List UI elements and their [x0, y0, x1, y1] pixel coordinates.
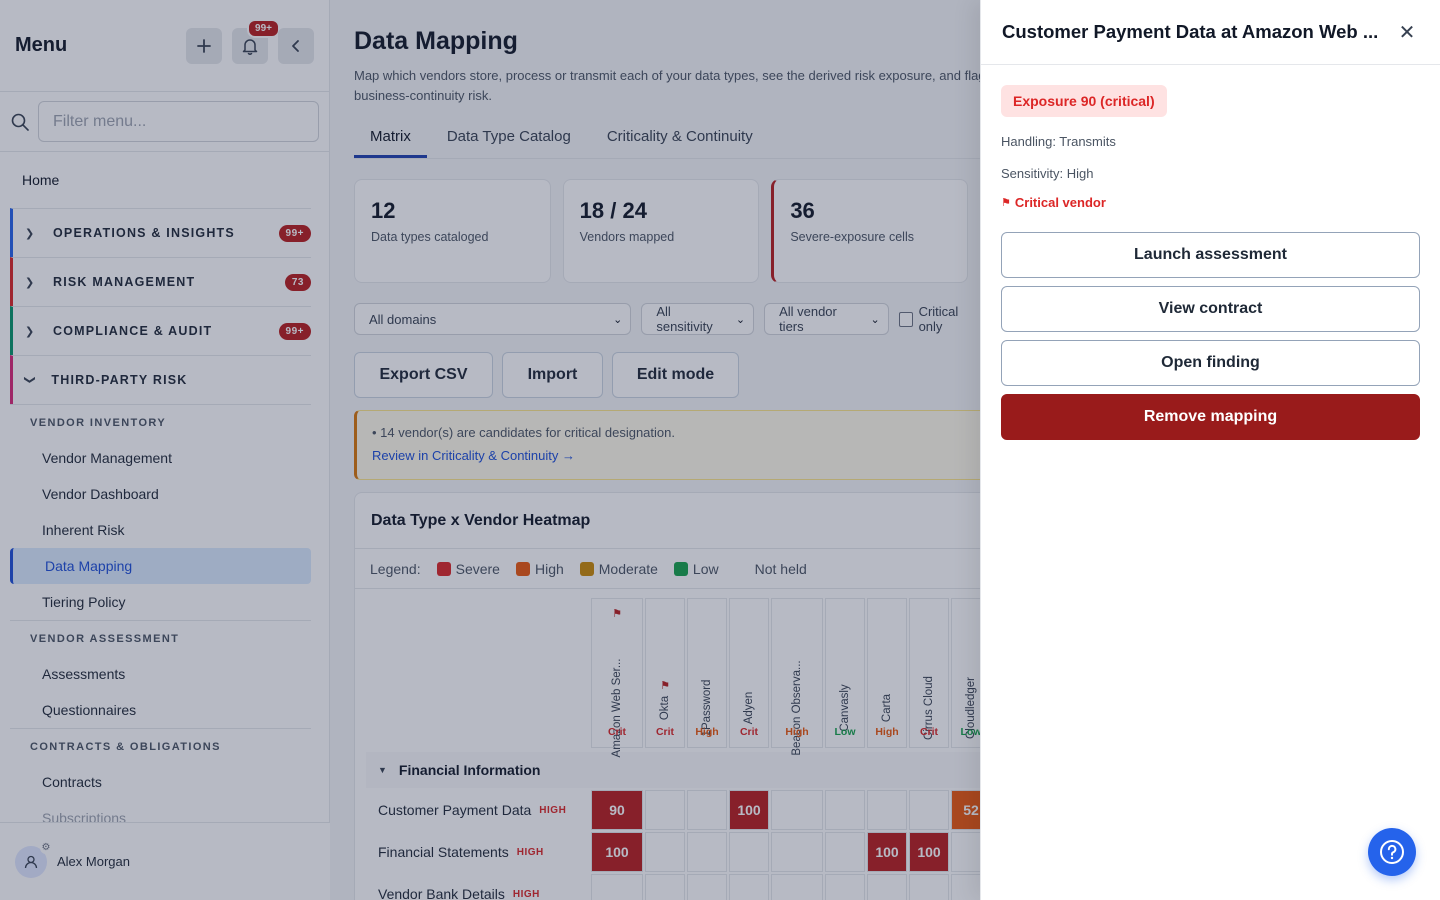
view-contract-button[interactable]: View contract	[1001, 286, 1420, 332]
open-finding-button[interactable]: Open finding	[1001, 340, 1420, 386]
handling-text: Handling: Transmits	[1001, 134, 1116, 149]
modal-backdrop[interactable]	[0, 0, 980, 900]
close-icon[interactable]: ✕	[1394, 19, 1420, 45]
critical-vendor-text: Critical vendor	[1014, 195, 1106, 210]
drawer-body: Exposure 90 (critical) Handling: Transmi…	[981, 65, 1440, 460]
help-button[interactable]	[1368, 828, 1416, 876]
drawer-header: Customer Payment Data at Amazon Web ... …	[981, 0, 1440, 65]
drawer-title: Customer Payment Data at Amazon Web ...	[1002, 21, 1379, 42]
sensitivity-text: Sensitivity: High	[1001, 166, 1094, 181]
remove-mapping-button[interactable]: Remove mapping	[1001, 394, 1420, 440]
help-icon	[1380, 840, 1404, 864]
detail-drawer: Customer Payment Data at Amazon Web ... …	[980, 0, 1440, 900]
flag-icon: ⚑	[1001, 197, 1011, 209]
exposure-badge: Exposure 90 (critical)	[1001, 85, 1167, 117]
launch-assessment-button[interactable]: Launch assessment	[1001, 232, 1420, 278]
critical-vendor-label: ⚑ Critical vendor	[1001, 195, 1420, 210]
